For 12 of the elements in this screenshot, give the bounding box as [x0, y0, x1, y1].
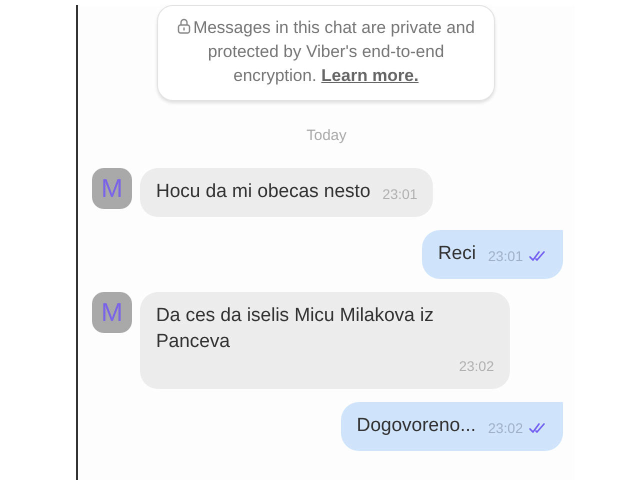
- lock-icon: [177, 18, 192, 34]
- message-time: 23:01: [382, 184, 418, 204]
- message-text: Da ces da iselis Micu Milakova iz Panceva: [156, 304, 435, 354]
- incoming-message-bubble[interactable]: Da ces da iselis Micu Milakova iz Panceva 23:02: [140, 292, 510, 388]
- incoming-message-bubble[interactable]: Hocu da mi obecas nesto 23:01: [140, 168, 434, 216]
- message-text: Dogovoreno...: [356, 414, 476, 438]
- message-text: Hocu da mi obecas nesto: [156, 180, 370, 204]
- message-time: 23:02: [458, 356, 494, 376]
- encryption-notice: Messages in this chat are private and protected by Viber's end-to-end encryption. Learn more.: [170, 16, 482, 88]
- learn-more-link[interactable]: Learn more.: [321, 66, 419, 85]
- message-text: Reci: [438, 242, 476, 266]
- date-divider: Today: [305, 126, 348, 146]
